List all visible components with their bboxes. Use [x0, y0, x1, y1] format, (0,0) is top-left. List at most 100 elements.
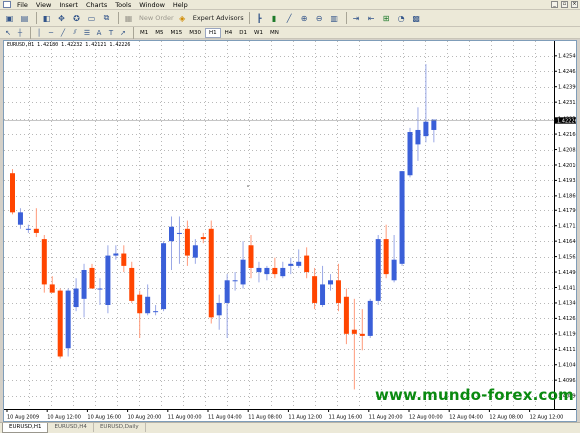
menu-file[interactable]: File [13, 0, 32, 10]
cursor-icon[interactable]: ↖ [3, 28, 13, 38]
candlestick-chart-icon[interactable]: ▮ [268, 12, 281, 25]
candle-body [335, 280, 341, 303]
time-tick-label: 10 Aug 12:00 [47, 415, 81, 421]
candle-body [367, 300, 373, 336]
price-tick-label: 1.41265 [558, 316, 577, 322]
chart-title: EURUSD,H1 1.42180 1.42232 1.42121 1.4222… [7, 42, 131, 48]
candle-body [304, 255, 310, 273]
timeframe-d1[interactable]: D1 [236, 28, 250, 38]
candle-body [33, 228, 39, 233]
timeframe-m15[interactable]: M15 [168, 28, 186, 38]
menu-tools[interactable]: Tools [111, 0, 135, 10]
price-tick-label: 1.42085 [558, 147, 577, 153]
tab-eurusd-h4[interactable]: EURUSD,H4 [48, 423, 94, 432]
crosshair-move-icon[interactable]: ✥ [55, 12, 68, 25]
toolbar-separator [248, 12, 250, 24]
time-tick-label: 11 Aug 16:00 [329, 415, 363, 421]
menu-view[interactable]: View [32, 0, 55, 10]
candlestick-chart[interactable]: 1.425401.424651.423901.423151.422351.421… [4, 41, 577, 422]
menu-bar: File View Insert Charts Tools Window Hel… [0, 0, 580, 10]
timeframe-m30[interactable]: M30 [186, 28, 204, 38]
candle-body [391, 259, 397, 281]
strategy-tester-icon[interactable]: ⧉ [100, 12, 113, 25]
vertical-line-icon[interactable]: │ [34, 28, 44, 38]
candle-body [320, 284, 326, 306]
new-order-button[interactable]: New Order [137, 14, 176, 22]
tab-eurusd-daily[interactable]: EURUSD,Daily [94, 423, 146, 432]
toolbar-separator [30, 26, 31, 39]
candle-body [296, 261, 302, 266]
timeframe-m5[interactable]: M5 [152, 28, 166, 38]
timeframe-w1[interactable]: W1 [251, 28, 266, 38]
chart-shift-icon[interactable]: ⇤ [365, 12, 378, 25]
candle-body [280, 267, 286, 277]
price-tick-label: 1.41565 [558, 254, 577, 260]
menu-insert[interactable]: Insert [55, 0, 82, 10]
menu-help[interactable]: Help [169, 0, 192, 10]
line-chart-icon[interactable]: ╱ [283, 12, 296, 25]
new-order-icon[interactable]: ▦ [122, 12, 135, 25]
fibonacci-icon[interactable]: ☰ [82, 28, 92, 38]
tab-eurusd-h1[interactable]: EURUSD,H1 [2, 423, 49, 433]
crosshair-icon[interactable]: ┼ [15, 28, 25, 38]
horizontal-line-icon[interactable]: ─ [46, 28, 56, 38]
timeframe-m1[interactable]: M1 [137, 28, 151, 38]
menu-charts[interactable]: Charts [82, 0, 111, 10]
timeframe-mn[interactable]: MN [267, 28, 282, 38]
time-tick-label: 12 Aug 04:00 [449, 415, 483, 421]
time-tick-label: 11 Aug 00:00 [168, 415, 202, 421]
toolbar-separator [345, 12, 347, 24]
price-tick-label: 1.41935 [558, 178, 577, 184]
price-tick-label: 1.41340 [558, 301, 577, 307]
auto-scroll-icon[interactable]: ⇥ [350, 12, 363, 25]
templates-icon[interactable]: ▩ [410, 12, 423, 25]
time-tick-label: 11 Aug 12:00 [288, 415, 322, 421]
channel-icon[interactable]: ⫽ [70, 28, 80, 38]
indicators-icon[interactable]: ⊞ [380, 12, 393, 25]
expert-advisors-icon[interactable]: ◈ [176, 12, 189, 25]
terminal-icon[interactable]: ▭ [85, 12, 98, 25]
candle-body [81, 269, 87, 299]
time-tick-label: 11 Aug 04:00 [208, 415, 242, 421]
candle-body [431, 119, 437, 130]
candle-body [89, 267, 95, 289]
cursor-dot [247, 185, 249, 187]
candle-body [176, 232, 182, 234]
minimize-icon[interactable]: _ [551, 1, 558, 8]
periods-icon[interactable]: ◔ [395, 12, 408, 25]
profiles-icon[interactable]: ▤ [18, 12, 31, 25]
candle-body [232, 280, 238, 282]
time-tick-label: 10 Aug 2009 [7, 415, 39, 421]
timeframe-h4[interactable]: H4 [222, 28, 236, 38]
time-tick-label: 12 Aug 00:00 [409, 415, 443, 421]
tile-windows-icon[interactable]: ▥ [328, 12, 341, 25]
market-watch-icon[interactable]: ◧ [40, 12, 53, 25]
price-tick-label: 1.41040 [558, 363, 577, 369]
zoom-in-icon[interactable]: ⊕ [298, 12, 311, 25]
candle-body [375, 239, 381, 301]
chart-tabs: EURUSD,H1 EURUSD,H4 EURUSD,Daily [0, 422, 580, 433]
window-controls: _ ▫ × [551, 1, 578, 8]
menu-window[interactable]: Window [135, 0, 169, 10]
text-icon[interactable]: A [94, 28, 104, 38]
toolbar-separator [36, 12, 37, 24]
zoom-out-icon[interactable]: ⊖ [313, 12, 326, 25]
text-label-icon[interactable]: T [106, 28, 116, 38]
chart-window[interactable]: 1.425401.424651.423901.423151.422351.421… [3, 40, 577, 422]
time-tick-label: 11 Aug 20:00 [369, 415, 403, 421]
navigator-icon[interactable]: ✪ [70, 12, 83, 25]
trendline-icon[interactable]: ╱ [58, 28, 68, 38]
price-tick-label: 1.41190 [558, 332, 577, 338]
restore-icon[interactable]: ▫ [561, 1, 568, 8]
timeframe-h1[interactable]: H1 [205, 27, 221, 38]
price-tick-label: 1.42540 [558, 54, 577, 60]
candle-body [184, 228, 190, 256]
candle-body [343, 296, 349, 334]
candle-body [288, 263, 294, 266]
candle-body [121, 253, 127, 266]
close-icon[interactable]: × [571, 1, 578, 8]
new-chart-icon[interactable]: ▣ [3, 12, 16, 25]
expert-advisors-button[interactable]: Expert Advisors [191, 14, 246, 22]
bar-chart-icon[interactable]: ┣ [253, 12, 266, 25]
arrows-icon[interactable]: ➚ [118, 28, 128, 38]
